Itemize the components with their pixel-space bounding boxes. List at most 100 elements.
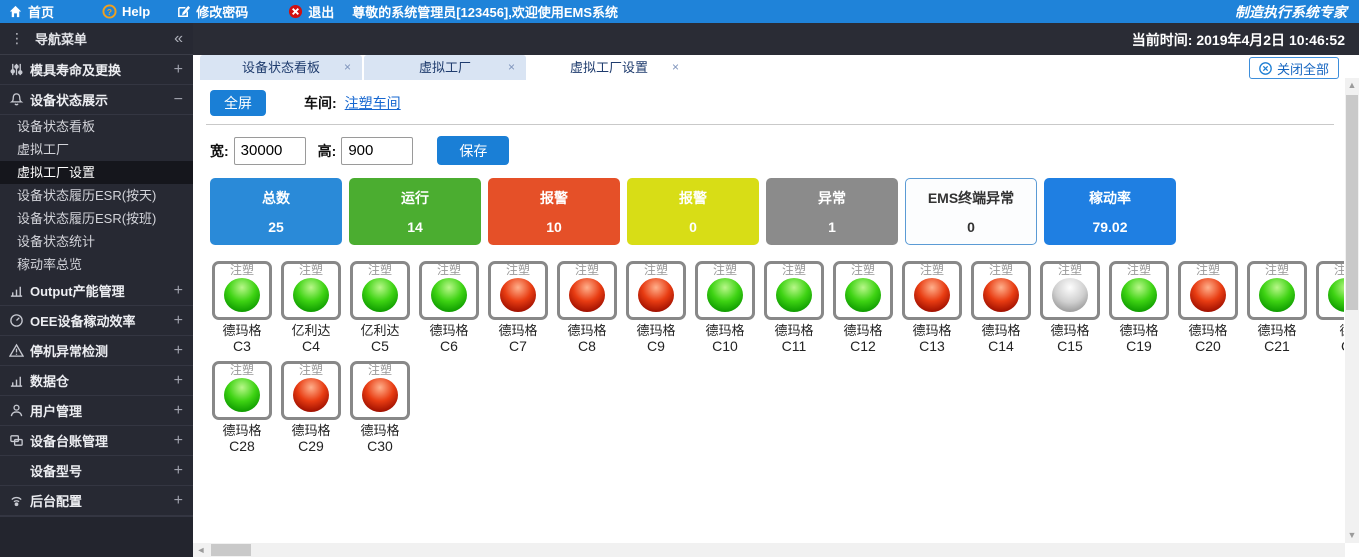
device-item[interactable]: 注塑德玛格C9 xyxy=(624,261,688,354)
horizontal-scroll-thumb[interactable] xyxy=(211,544,251,556)
device-item[interactable]: 注塑德玛格C21 xyxy=(1245,261,1309,354)
tab-bar: 设备状态看板×虚拟工厂×虚拟工厂设置× 关闭全部 xyxy=(193,55,1359,80)
status-led-green xyxy=(224,378,260,412)
sidebar-group[interactable]: 设备台账管理+ xyxy=(0,426,193,456)
home-menu-item[interactable]: 首页 xyxy=(8,2,54,21)
logout-menu-item[interactable]: 退出 xyxy=(288,2,334,21)
width-input[interactable] xyxy=(234,137,306,165)
expand-icon[interactable]: + xyxy=(174,432,183,450)
expand-icon[interactable]: + xyxy=(174,312,183,330)
change-password-menu-item[interactable]: 修改密码 xyxy=(176,2,248,21)
status-card[interactable]: 异常1 xyxy=(766,178,898,245)
sidebar-item[interactable]: 设备状态统计 xyxy=(0,230,193,253)
device-brand: 德玛格 xyxy=(555,323,619,338)
expand-icon[interactable]: + xyxy=(174,492,183,510)
expand-icon[interactable]: + xyxy=(174,402,183,420)
device-item[interactable]: 注塑德玛格C28 xyxy=(210,361,274,454)
horizontal-scrollbar[interactable]: ◄ xyxy=(193,543,1345,557)
tab-close-icon[interactable]: × xyxy=(344,55,351,80)
device-item[interactable]: 注塑德玛格C7 xyxy=(486,261,550,354)
sidebar-footer xyxy=(0,516,193,557)
sidebar-group[interactable]: 用户管理+ xyxy=(0,396,193,426)
sidebar-item[interactable]: 稼动率总览 xyxy=(0,253,193,276)
status-led-green xyxy=(845,278,881,312)
sidebar-group[interactable]: Output产能管理+ xyxy=(0,276,193,306)
device-brand: 德玛格 xyxy=(762,323,826,338)
workshop-link[interactable]: 注塑车间 xyxy=(345,93,401,113)
vertical-scroll-thumb[interactable] xyxy=(1346,95,1358,310)
sidebar-item[interactable]: 虚拟工厂设置 xyxy=(0,161,193,184)
expand-icon[interactable]: + xyxy=(174,462,183,480)
tab[interactable]: 虚拟工厂设置× xyxy=(528,55,690,80)
device-code: C20 xyxy=(1176,338,1240,354)
device-item[interactable]: 注塑德C xyxy=(1314,261,1344,354)
sidebar-item[interactable]: 虚拟工厂 xyxy=(0,138,193,161)
vertical-scrollbar[interactable]: ▲ ▼ xyxy=(1345,78,1359,543)
sidebar-group[interactable]: 后台配置+ xyxy=(0,486,193,516)
device-item[interactable]: 注塑德玛格C19 xyxy=(1107,261,1171,354)
status-led-red xyxy=(362,378,398,412)
tab-close-icon[interactable]: × xyxy=(508,55,515,80)
device-item[interactable]: 注塑德玛格C15 xyxy=(1038,261,1102,354)
collapse-icon[interactable]: − xyxy=(174,91,183,109)
status-card[interactable]: EMS终端异常0 xyxy=(905,178,1037,245)
gauge-icon xyxy=(8,313,24,329)
sidebar-group[interactable]: OEE设备稼动效率+ xyxy=(0,306,193,336)
expand-icon[interactable]: + xyxy=(174,282,183,300)
save-button[interactable]: 保存 xyxy=(437,136,509,165)
device-item[interactable]: 注塑德玛格C14 xyxy=(969,261,1033,354)
expand-icon[interactable]: + xyxy=(174,372,183,390)
device-brand: 德玛格 xyxy=(1176,323,1240,338)
device-item[interactable]: 注塑德玛格C29 xyxy=(279,361,343,454)
sidebar-group[interactable]: 停机异常检测+ xyxy=(0,336,193,366)
device-item[interactable]: 注塑德玛格C11 xyxy=(762,261,826,354)
status-card[interactable]: 稼动率79.02 xyxy=(1044,178,1176,245)
collapse-sidebar-icon[interactable]: « xyxy=(174,30,183,48)
device-item[interactable]: 注塑德玛格C30 xyxy=(348,361,412,454)
status-card[interactable]: 总数25 xyxy=(210,178,342,245)
sidebar-item[interactable]: 设备状态履历ESR(按班) xyxy=(0,207,193,230)
device-item[interactable]: 注塑德玛格C20 xyxy=(1176,261,1240,354)
device-item[interactable]: 注塑德玛格C3 xyxy=(210,261,274,354)
scroll-down-arrow[interactable]: ▼ xyxy=(1345,528,1359,543)
sidebar-item[interactable]: 设备状态履历ESR(按天) xyxy=(0,184,193,207)
device-item[interactable]: 注塑德玛格C12 xyxy=(831,261,895,354)
status-card[interactable]: 运行14 xyxy=(349,178,481,245)
device-box: 注塑 xyxy=(1316,261,1344,320)
sidebar-group[interactable]: 模具寿命及更换+ xyxy=(0,55,193,85)
device-item[interactable]: 注塑德玛格C6 xyxy=(417,261,481,354)
close-all-tabs-button[interactable]: 关闭全部 xyxy=(1249,57,1339,79)
sidebar-group[interactable]: 数据仓+ xyxy=(0,366,193,396)
status-card[interactable]: 报警0 xyxy=(627,178,759,245)
status-card[interactable]: 报警10 xyxy=(488,178,620,245)
status-led-red xyxy=(569,278,605,312)
device-item[interactable]: 注塑德玛格C10 xyxy=(693,261,757,354)
tab[interactable]: 设备状态看板× xyxy=(200,55,362,80)
expand-icon[interactable]: + xyxy=(174,342,183,360)
device-type-label: 注塑 xyxy=(215,264,269,277)
device-box: 注塑 xyxy=(350,361,410,420)
tab-close-icon[interactable]: × xyxy=(672,55,679,80)
tabs-container: 设备状态看板×虚拟工厂×虚拟工厂设置× xyxy=(200,55,692,80)
help-menu-item[interactable]: ? Help xyxy=(102,4,150,19)
fullscreen-button[interactable]: 全屏 xyxy=(210,90,266,116)
sidebar-group[interactable]: 设备型号+ xyxy=(0,456,193,486)
expand-icon[interactable]: + xyxy=(174,61,183,79)
welcome-message: 尊敬的系统管理员[123456],欢迎使用EMS系统 xyxy=(352,2,618,21)
device-item[interactable]: 注塑德玛格C8 xyxy=(555,261,619,354)
device-brand: 德玛格 xyxy=(417,323,481,338)
scroll-up-arrow[interactable]: ▲ xyxy=(1345,78,1359,93)
height-input[interactable] xyxy=(341,137,413,165)
card-value: 79.02 xyxy=(1092,219,1127,235)
sidebar-group[interactable]: 设备状态展示− xyxy=(0,85,193,115)
tab[interactable]: 虚拟工厂× xyxy=(364,55,526,80)
scroll-left-arrow[interactable]: ◄ xyxy=(195,543,207,557)
device-type-label: 注塑 xyxy=(215,364,269,377)
sidebar-item[interactable]: 设备状态看板 xyxy=(0,115,193,138)
time-label: 当前时间: xyxy=(1132,32,1193,48)
device-item[interactable]: 注塑德玛格C13 xyxy=(900,261,964,354)
device-code: C9 xyxy=(624,338,688,354)
device-item[interactable]: 注塑亿利达C4 xyxy=(279,261,343,354)
device-item[interactable]: 注塑亿利达C5 xyxy=(348,261,412,354)
card-label: 报警 xyxy=(679,188,707,208)
